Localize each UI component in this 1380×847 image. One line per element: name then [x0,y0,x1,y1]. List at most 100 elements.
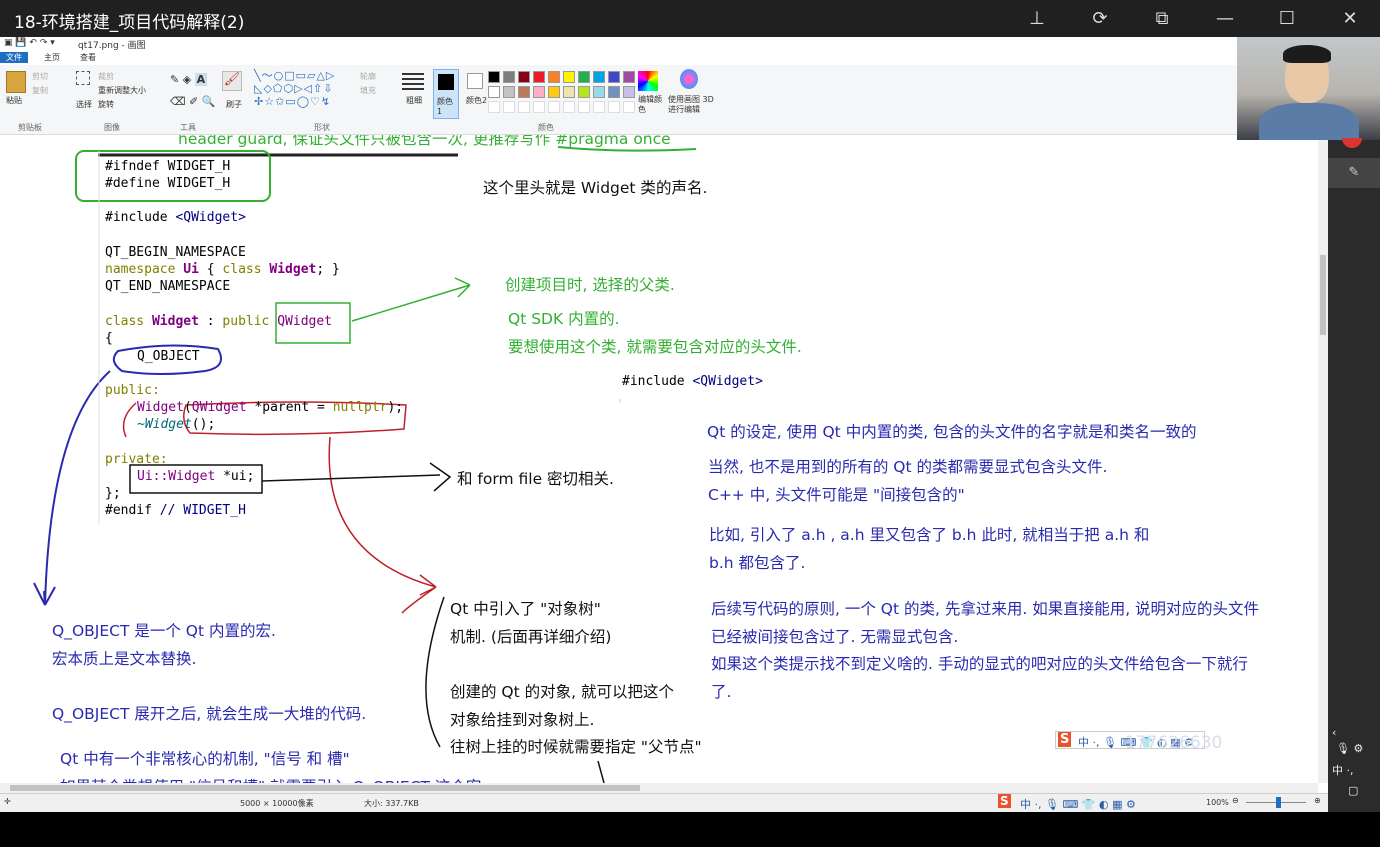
note-principle-1: 后续写代码的原则, 一个 Qt 的类, 先拿过来用. 如果直接能用, 说明对应的… [711,600,1260,618]
custom-color-swatch[interactable] [563,101,575,113]
crop-button[interactable]: 裁剪 [98,71,114,82]
note-signals-slots: Qt 中有一个非常核心的机制, "信号 和 槽" [60,750,350,768]
sogou-status-icon[interactable]: S [998,794,1011,808]
custom-color-swatch[interactable] [593,101,605,113]
screen-capture-icon[interactable]: ⧉ [1149,6,1175,32]
custom-color-swatch[interactable] [533,101,545,113]
horizontal-scroll-thumb[interactable] [10,785,640,791]
cut-button[interactable]: 剪切 [32,71,48,82]
color2-button[interactable]: 颜色2 [463,69,489,119]
code-end-ns: QT_END_NAMESPACE [105,279,231,294]
horizontal-scrollbar[interactable] [0,783,1318,793]
size-icon[interactable] [402,73,424,91]
group-tools: 工具 [180,123,196,132]
pin-icon[interactable]: ⊥ [1024,6,1050,32]
size-label[interactable]: 粗细 [406,95,422,106]
color-swatch[interactable] [488,86,500,98]
code-include-qwidget: #include <QWidget> [622,374,763,389]
minimize-icon[interactable]: — [1212,6,1238,32]
custom-color-swatch[interactable] [503,101,515,113]
color-swatch[interactable] [608,71,620,83]
tab-file[interactable]: 文件 [0,52,28,63]
outline-button[interactable]: 轮廓 [360,71,376,82]
brush-icon[interactable]: 🖌 [222,71,242,91]
color-swatch[interactable] [593,71,605,83]
note-object-tree-4: 对象给挂到对象树上. [450,711,595,729]
note-principle-4: 了. [711,683,732,701]
watermark-number: 177626630 [1125,733,1223,753]
color-swatch[interactable] [548,71,560,83]
paint3d-label[interactable]: 使用画图 3D 进行编辑 [668,95,718,115]
custom-color-swatch[interactable] [578,101,590,113]
color-swatch[interactable] [563,71,575,83]
panel-chat-icon[interactable]: ▢ [1348,784,1358,797]
fill-button[interactable]: 填充 [360,85,376,96]
custom-color-swatch[interactable] [608,101,620,113]
zoom-in-button[interactable]: ⊕ [1314,796,1321,805]
note-form-file: 和 form file 密切相关. [457,470,614,488]
select-label[interactable]: 选择 [76,99,92,110]
custom-color-swatch[interactable] [623,101,635,113]
presenter-shirt [1259,103,1359,140]
refresh-icon[interactable]: ⟳ [1087,6,1113,32]
custom-color-swatch[interactable] [488,101,500,113]
group-colors: 颜色 [538,123,554,132]
right-side-panel: ✎ ‹ 🎙 ⚙ 中 ·, ▢ [1328,138,1380,812]
paste-label[interactable]: 粘贴 [6,95,22,106]
edit-colors-label[interactable]: 编辑颜色 [638,95,662,115]
select-icon[interactable] [76,71,90,85]
color1-button[interactable]: 颜色1 [433,69,459,119]
color-swatch[interactable] [578,71,590,83]
color-swatch[interactable] [578,86,590,98]
note-example-1: 比如, 引入了 a.h , a.h 里又包含了 b.h 此时, 就相当于把 a.… [709,526,1150,544]
color-swatch[interactable] [533,71,545,83]
color-swatch[interactable] [623,71,635,83]
vertical-scrollbar[interactable] [1318,135,1328,783]
vertical-scroll-thumb[interactable] [1320,255,1326,335]
edit-colors-icon[interactable] [638,71,658,91]
tools-icons-row2[interactable]: ⌫ ✐ 🔍 [170,95,215,108]
paint-window: ▣ 💾 ↶ ↷ ▾ qt17.png - 画图 文件 主页 查看 粘贴 剪切 复… [0,37,1328,812]
zoom-out-button[interactable]: ⊖ [1232,796,1239,805]
bottom-black-bar [0,812,1380,847]
color-swatch[interactable] [548,86,560,98]
custom-color-swatch[interactable] [548,101,560,113]
rotate-button[interactable]: 旋转 [98,99,114,110]
color-swatch[interactable] [503,71,515,83]
maximize-icon[interactable]: ☐ [1274,6,1300,32]
color-swatch[interactable] [518,86,530,98]
paint3d-icon[interactable] [680,69,698,89]
shapes-gallery[interactable]: ╲〜○□▭▱△▷ ◺◇⬠⬡▷◁⇧⇩ ✢☆✩▭◯♡↯ [254,69,354,108]
color-swatch[interactable] [503,86,515,98]
tool-icon[interactable]: ✎ [1328,158,1380,188]
note-signals-cut: 如果某个类想使用 "信号和槽" 就需要引入 Q_OBJECT 这个宏. [60,775,486,783]
color-swatch[interactable] [623,86,635,98]
custom-color-swatch[interactable] [518,101,530,113]
drawing-canvas[interactable]: header guard, 保证头文件只被包含一次, 更推荐写作 #pragma… [0,135,1318,783]
color-swatch[interactable] [608,86,620,98]
tab-home[interactable]: 主页 [38,52,66,63]
group-image: 图像 [104,123,120,132]
color2-label: 颜色2 [466,96,488,105]
resize-button[interactable]: 重新调整大小 [98,85,146,96]
panel-arrow-icon[interactable]: ‹ [1332,726,1336,739]
quick-access-icons[interactable]: ▣ 💾 ↶ ↷ ▾ [4,38,55,48]
note-qt-header-rule: Qt 的设定, 使用 Qt 中内置的类, 包含的头文件的名字就是和类名一致的 [707,423,1197,441]
note-include-header: 要想使用这个类, 就需要包含对应的头文件. [508,338,802,356]
color-swatch[interactable] [563,86,575,98]
brush-label[interactable]: 刷子 [226,99,242,110]
zoom-slider-thumb[interactable] [1276,797,1281,808]
ribbon: 粘贴 剪切 复制 剪贴板 选择 裁剪 重新调整大小 旋转 图像 ✎ ◈ A ⌫ … [0,65,1328,135]
note-example-2: b.h 都包含了. [709,554,806,572]
panel-mic-icons[interactable]: 🎙 ⚙ [1336,742,1363,755]
color-swatch[interactable] [533,86,545,98]
color-swatch[interactable] [518,71,530,83]
color-swatch[interactable] [593,86,605,98]
tab-view[interactable]: 查看 [74,52,102,63]
record-icon[interactable] [1342,138,1362,148]
close-icon[interactable]: ✕ [1337,6,1363,32]
paste-icon[interactable] [6,71,26,93]
tools-icons[interactable]: ✎ ◈ A [170,73,208,86]
copy-button[interactable]: 复制 [32,85,48,96]
color-swatch[interactable] [488,71,500,83]
